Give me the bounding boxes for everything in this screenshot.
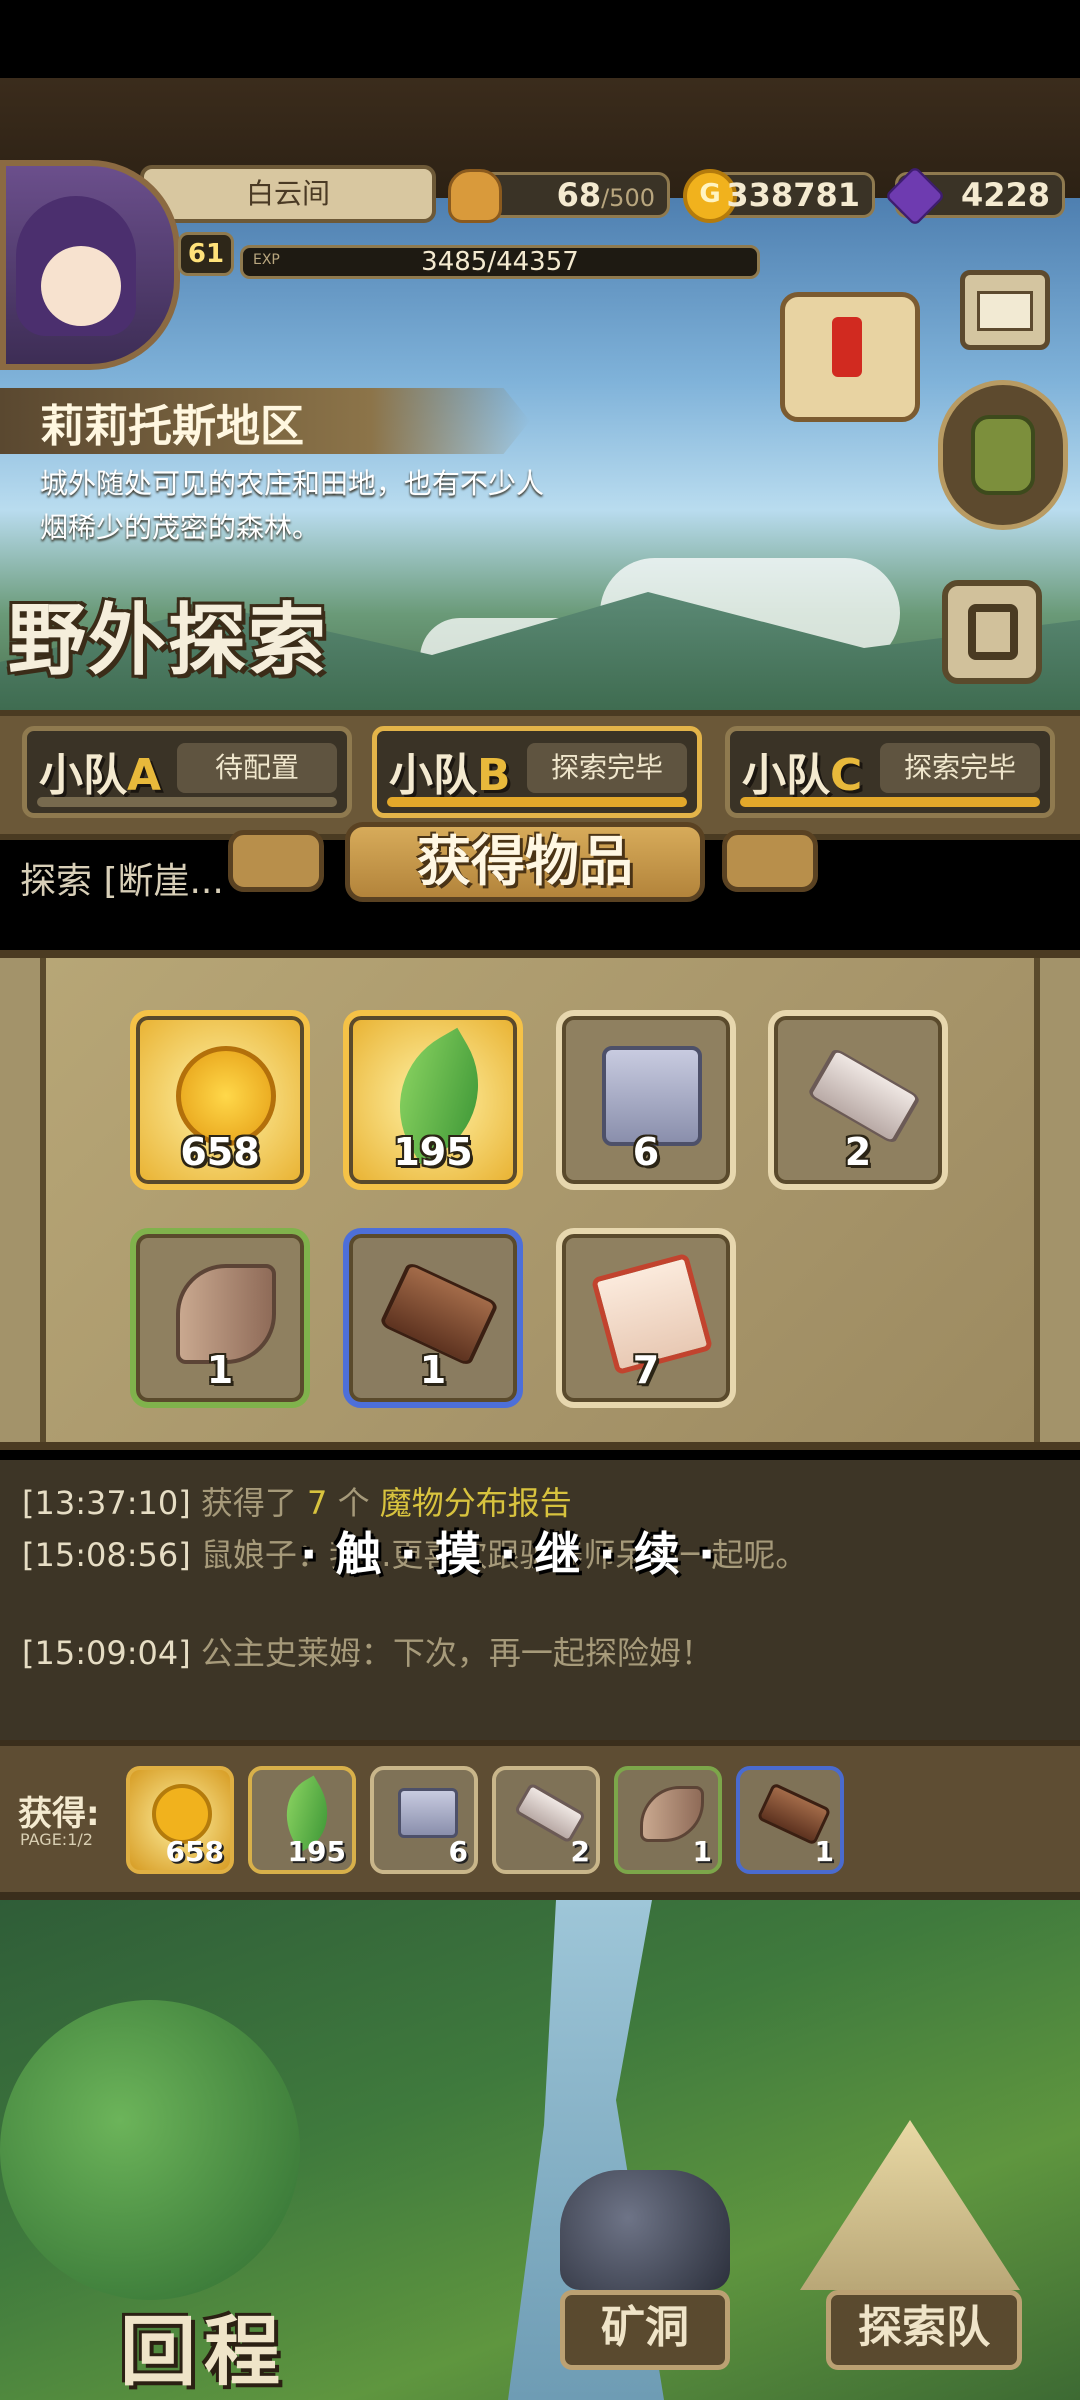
player-name-plate: 白云间: [140, 165, 436, 223]
modal-title-plate: 获得物品: [345, 822, 705, 902]
reward-slot-scroll[interactable]: 7: [556, 1228, 736, 1408]
mine-label: 矿洞: [601, 2302, 689, 2353]
item-count: 2: [844, 1130, 872, 1174]
quest-button[interactable]: [760, 272, 950, 442]
return-button[interactable]: 回程: [120, 2280, 370, 2400]
tab-squad-a[interactable]: 小队A 待配置: [22, 726, 352, 818]
squad-letter: A: [127, 750, 162, 801]
tab-squad-b[interactable]: 小队B 探索完毕: [372, 726, 702, 818]
squad-name: 小队: [39, 750, 127, 801]
item-count: 195: [287, 1835, 346, 1868]
log-item-name: 魔物分布报告: [379, 1484, 572, 1522]
explore-log[interactable]: [13:37:10] 获得了 7 个 魔物分布报告 [15:08:56] 鼠娘子…: [0, 1460, 1080, 1740]
title-ornament-left: [228, 830, 324, 892]
item-count: 7: [632, 1348, 660, 1392]
return-arrow-icon: [968, 604, 1018, 660]
item-count: 6: [448, 1835, 468, 1868]
stamina-value: 68: [556, 176, 602, 214]
stamina-counter[interactable]: 68/500: [448, 169, 670, 223]
player-level: 61: [178, 232, 234, 276]
gold-value: 338781: [726, 176, 860, 214]
region-description: 城外随处可见的农庄和田地，也有不少人烟稀少的茂密的森林。: [40, 467, 545, 544]
squad-status: 探索完毕: [527, 743, 687, 793]
explore-team-button[interactable]: 探索队: [826, 2290, 1022, 2370]
item-count: 658: [180, 1130, 260, 1174]
gem-counter[interactable]: 4228: [884, 165, 1065, 227]
squad-progress-bar: [387, 797, 687, 807]
gem-value: 4228: [960, 176, 1050, 214]
player-name: 白云间: [245, 177, 330, 210]
bread-icon: [448, 169, 502, 223]
reward-slot-gold[interactable]: 658: [130, 1010, 310, 1190]
item-count: 2: [570, 1835, 590, 1868]
status-bar: [0, 0, 1080, 78]
log-timestamp: [13:37:10]: [22, 1484, 191, 1522]
page-title: 野外探索: [8, 596, 329, 686]
log-count: 7: [307, 1484, 328, 1522]
avatar[interactable]: [0, 160, 180, 370]
reward-slot-wood-plank[interactable]: 1: [343, 1228, 523, 1408]
back-button[interactable]: [942, 580, 1042, 684]
squad-status: 探索完毕: [880, 743, 1040, 793]
item-count: 1: [206, 1348, 234, 1392]
obtained-page-indicator[interactable]: PAGE:1/2: [20, 1830, 93, 1849]
obtained-item-horn[interactable]: 1: [614, 1766, 722, 1874]
exp-bar: EXP 3485/44357: [240, 245, 760, 279]
reward-slot-feather[interactable]: 195: [343, 1010, 523, 1190]
squad-status: 待配置: [177, 743, 337, 793]
squad-name: 小队: [389, 750, 477, 801]
obtained-item-wood-plank[interactable]: 1: [736, 1766, 844, 1874]
item-count: 1: [419, 1348, 447, 1392]
bag-button[interactable]: [938, 380, 1068, 530]
squad-progress-bar: [37, 797, 337, 807]
mail-button[interactable]: [960, 270, 1050, 350]
touch-to-continue-prompt[interactable]: ·触·摸·继·续·: [300, 1518, 733, 1584]
team-label: 探索队: [858, 2302, 990, 2353]
item-count: 195: [393, 1130, 473, 1174]
exp-value: 3485/44357: [421, 247, 579, 277]
squad-name: 小队: [742, 750, 830, 801]
stone-blocks-icon: [398, 1788, 458, 1838]
obtained-item-stone-blocks[interactable]: 6: [370, 1766, 478, 1874]
item-count: 1: [692, 1835, 712, 1868]
modal-title-bar: 获得物品: [0, 822, 1080, 902]
title-ornament-right: [722, 830, 818, 892]
reward-slot-stone-slab[interactable]: 2: [768, 1010, 948, 1190]
mine-rocks: [560, 2170, 730, 2290]
horn-icon: [640, 1786, 704, 1842]
item-count: 658: [165, 1835, 224, 1868]
reward-slot-stone-blocks[interactable]: 6: [556, 1010, 736, 1190]
log-timestamp: [15:09:04]: [22, 1634, 191, 1672]
return-label: 回程: [120, 2307, 288, 2396]
item-count: 1: [814, 1835, 834, 1868]
obtained-item-stone-slab[interactable]: 2: [492, 1766, 600, 1874]
log-text: 公主史莱姆：下次，再一起探险姆！: [200, 1634, 713, 1672]
gold-counter[interactable]: G 338781: [683, 169, 875, 223]
reward-slot-horn[interactable]: 1: [130, 1228, 310, 1408]
stamina-max: /500: [601, 184, 655, 212]
backpack-icon: [971, 415, 1035, 495]
tab-squad-c[interactable]: 小队C 探索完毕: [725, 726, 1055, 818]
log-text: 获得了: [200, 1484, 297, 1522]
squad-letter: C: [830, 750, 863, 801]
forest-tree: [0, 2000, 300, 2300]
obtained-item-feather[interactable]: 195: [248, 1766, 356, 1874]
mine-button[interactable]: 矿洞: [560, 2290, 730, 2370]
obtained-item-gold[interactable]: 658: [126, 1766, 234, 1874]
item-count: 6: [632, 1130, 660, 1174]
obtained-label: 获得:: [18, 1794, 100, 1834]
alert-mark-icon: [832, 317, 862, 377]
log-timestamp: [15:08:56]: [22, 1536, 191, 1574]
region-name: 莉莉托斯地区: [40, 401, 304, 452]
modal-title: 获得物品: [417, 830, 633, 893]
squad-letter: B: [477, 750, 511, 801]
squad-progress-bar: [740, 797, 1040, 807]
envelope-icon: [977, 291, 1033, 331]
log-unit: 个: [337, 1484, 370, 1522]
